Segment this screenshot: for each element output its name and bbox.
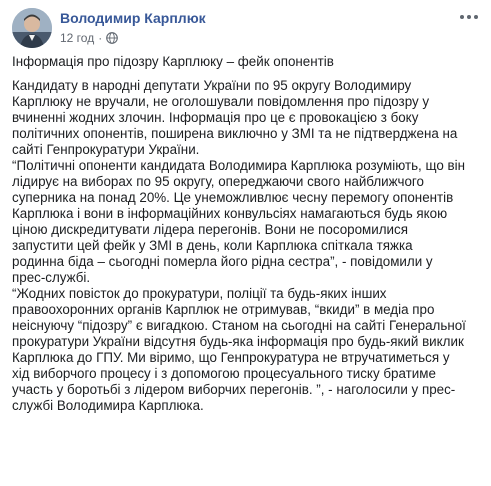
post-content: Інформація про підозру Карплюку – фейк о…	[12, 54, 474, 422]
more-dot	[460, 15, 464, 19]
avatar-photo-icon	[12, 8, 52, 48]
meta-separator: ·	[98, 31, 103, 45]
author-name-link[interactable]: Володимир Карплюк	[60, 10, 206, 26]
globe-icon[interactable]	[106, 32, 119, 44]
ellipsis-icon[interactable]	[459, 10, 479, 24]
author-avatar[interactable]	[12, 8, 52, 48]
post-body-text: Кандидату в народні депутати України по …	[12, 78, 466, 413]
facebook-post: Володимир Карплюк 12 год · Інформація пр…	[0, 0, 491, 486]
post-meta: 12 год ·	[60, 31, 119, 45]
post-timestamp[interactable]: 12 год	[60, 31, 94, 45]
post-headline: Інформація про підозру Карплюку – фейк о…	[12, 54, 334, 69]
more-dot	[467, 15, 471, 19]
more-dot	[474, 15, 478, 19]
